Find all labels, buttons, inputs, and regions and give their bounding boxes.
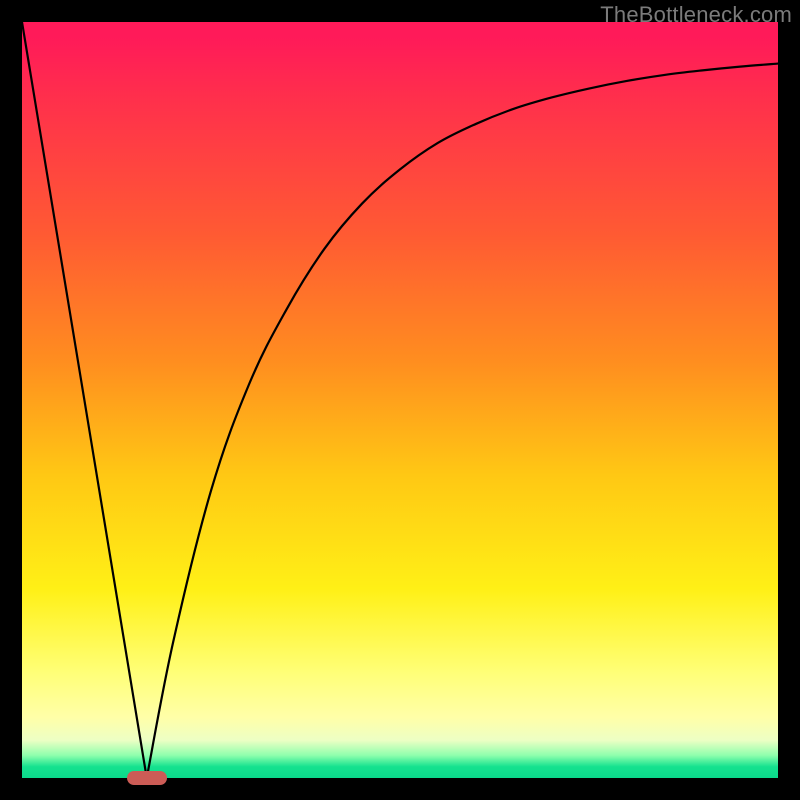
right-curve-path [147, 64, 778, 778]
curve-layer [22, 22, 778, 778]
plot-area [22, 22, 778, 778]
left-leg-path [22, 22, 147, 778]
optimal-marker [127, 771, 167, 785]
chart-frame: TheBottleneck.com [0, 0, 800, 800]
